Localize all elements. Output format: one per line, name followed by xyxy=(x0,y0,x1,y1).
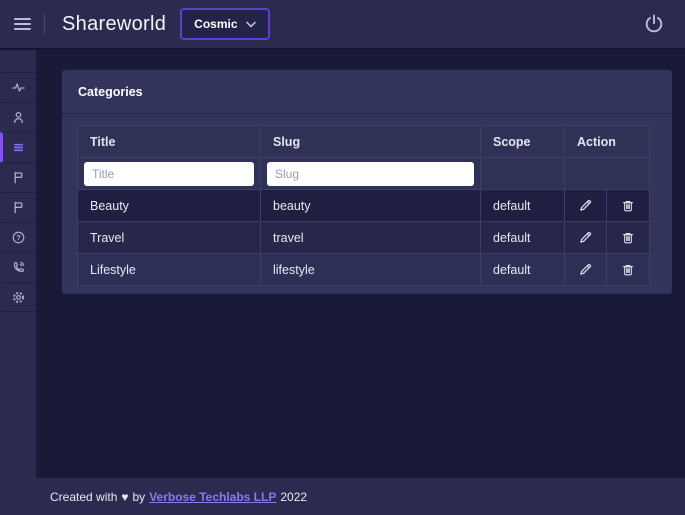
app-header: Shareworld Cosmic xyxy=(0,0,685,50)
pencil-icon xyxy=(580,263,592,275)
power-icon xyxy=(645,14,663,33)
cell-slug: beauty xyxy=(260,189,481,222)
edit-button[interactable] xyxy=(574,196,597,215)
delete-button[interactable] xyxy=(617,197,639,215)
flag-icon xyxy=(14,171,22,184)
theme-selector-label: Cosmic xyxy=(194,17,238,31)
phone-icon xyxy=(13,261,24,272)
column-header-scope: Scope xyxy=(480,125,565,158)
gear-icon xyxy=(12,291,24,303)
sidebar-item-categories[interactable] xyxy=(0,132,36,162)
column-header-slug: Slug xyxy=(260,125,481,158)
cell-title: Travel xyxy=(77,221,261,254)
main-content: Categories Title Slug Scope Action Title… xyxy=(36,50,685,478)
sidebar-item-flag-2[interactable] xyxy=(0,192,36,222)
sidebar-item-contact[interactable] xyxy=(0,252,36,282)
sidebar: ? xyxy=(0,50,36,515)
scope-filter-cell xyxy=(480,157,565,190)
edit-button[interactable] xyxy=(574,260,597,279)
trash-icon xyxy=(622,264,634,275)
column-header-action: Action xyxy=(563,125,651,158)
footer-text-prefix: Created with xyxy=(50,489,118,504)
header-divider xyxy=(44,14,45,34)
activity-icon xyxy=(11,83,25,92)
cell-title: Beauty xyxy=(77,189,261,222)
menu-toggle-button[interactable] xyxy=(0,12,44,36)
pencil-icon xyxy=(580,231,592,243)
table-row: Beauty beauty default xyxy=(77,189,651,222)
card-title: Categories xyxy=(78,85,143,99)
footer-year: 2022 xyxy=(280,489,308,504)
app-title: Shareworld xyxy=(62,12,167,35)
flag-icon xyxy=(14,201,22,214)
column-header-title: Title xyxy=(77,125,261,158)
footer-text-connector: by xyxy=(132,489,146,504)
cell-scope: default xyxy=(480,253,565,286)
sidebar-item-users[interactable] xyxy=(0,102,36,132)
help-icon: ? xyxy=(12,231,24,244)
title-filter-input[interactable] xyxy=(84,161,254,186)
sidebar-item-activity[interactable] xyxy=(0,72,36,102)
user-icon xyxy=(13,111,23,124)
pencil-icon xyxy=(580,199,592,211)
cell-scope: default xyxy=(480,189,565,222)
slug-filter-input[interactable] xyxy=(267,161,474,186)
sidebar-item-flag-1[interactable] xyxy=(0,162,36,192)
list-icon xyxy=(13,143,23,152)
delete-button[interactable] xyxy=(617,229,639,247)
svg-text:?: ? xyxy=(16,233,21,242)
action-filter-cell xyxy=(563,157,651,190)
table-filter-row xyxy=(77,157,651,190)
cell-slug: travel xyxy=(260,221,481,254)
cell-title: Lifestyle xyxy=(77,253,261,286)
chevron-down-icon xyxy=(245,21,256,27)
table-row: Travel travel default xyxy=(77,221,651,254)
footer-link[interactable]: Verbose Techlabs LLP xyxy=(149,490,276,504)
hamburger-icon xyxy=(13,18,31,30)
sidebar-item-settings[interactable] xyxy=(0,282,36,312)
cell-scope: default xyxy=(480,221,565,254)
trash-icon xyxy=(622,200,634,211)
app: Shareworld Cosmic ? Categories Title Slu… xyxy=(0,0,685,515)
categories-card: Categories Title Slug Scope Action Title… xyxy=(62,70,672,294)
trash-icon xyxy=(622,232,634,243)
footer: Created with ♥ by Verbose Techlabs LLP 2… xyxy=(36,478,685,515)
logout-button[interactable] xyxy=(641,11,667,37)
edit-button[interactable] xyxy=(574,228,597,247)
theme-selector-button[interactable]: Cosmic xyxy=(180,8,270,40)
table-row: Lifestyle lifestyle default xyxy=(77,253,651,286)
sidebar-item-help[interactable]: ? xyxy=(0,222,36,252)
table-header-row: Title Slug Scope Action xyxy=(77,125,651,158)
card-header: Categories xyxy=(62,70,672,114)
cell-slug: lifestyle xyxy=(260,253,481,286)
heart-icon: ♥ xyxy=(121,489,129,504)
delete-button[interactable] xyxy=(617,261,639,279)
categories-table: Title Slug Scope Action Title Slug Beaut… xyxy=(77,125,651,286)
